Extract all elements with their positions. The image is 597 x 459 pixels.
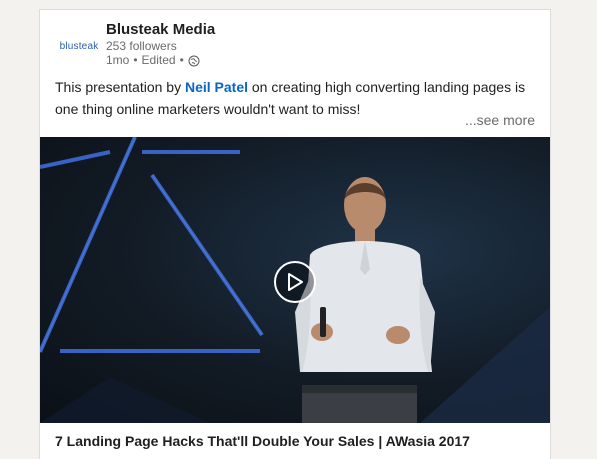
company-logo-text: blusteak [59, 40, 99, 52]
post-time: 1mo [106, 53, 130, 67]
post-card: blusteak Blusteak Media 253 followers 1m… [39, 9, 551, 459]
meta-separator: • [179, 53, 184, 67]
company-name[interactable]: Blusteak Media [106, 21, 215, 38]
play-icon [288, 273, 303, 291]
follower-count: 253 followers [106, 39, 177, 53]
post-meta: 1mo • Edited • [106, 53, 200, 67]
post-text-before: This presentation by [55, 79, 185, 95]
edited-label: Edited [141, 53, 176, 67]
play-button[interactable] [274, 261, 316, 303]
meta-separator: • [133, 53, 138, 67]
video-player[interactable] [40, 137, 550, 423]
company-logo[interactable]: blusteak [55, 22, 103, 70]
mention-link[interactable]: Neil Patel [185, 79, 248, 95]
video-title[interactable]: 7 Landing Page Hacks That'll Double Your… [55, 433, 470, 449]
globe-icon [188, 55, 200, 67]
see-more-button[interactable]: ...see more [465, 112, 535, 128]
post-header: blusteak Blusteak Media 253 followers 1m… [40, 10, 550, 74]
